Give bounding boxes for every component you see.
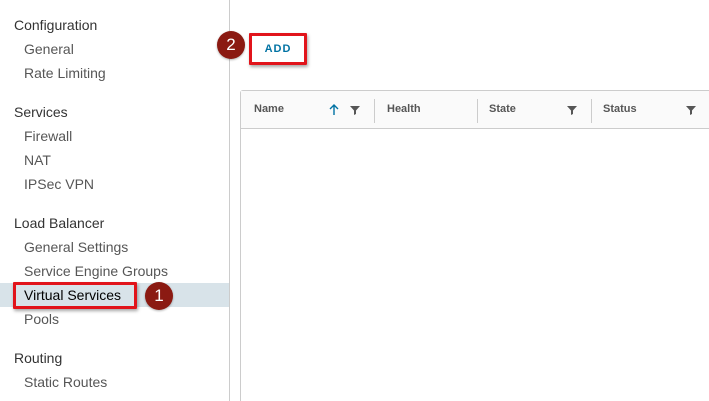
sidebar-item-nat[interactable]: NAT: [0, 148, 229, 172]
column-header-name[interactable]: Name: [254, 91, 284, 129]
sidebar-item-service-engine-groups[interactable]: Service Engine Groups: [0, 259, 229, 283]
column-header-state[interactable]: State: [489, 91, 516, 129]
sidebar-item-pools[interactable]: Pools: [0, 307, 229, 331]
column-separator[interactable]: [477, 99, 478, 123]
virtual-services-grid: Name Health State Status: [240, 90, 709, 401]
column-separator[interactable]: [591, 99, 592, 123]
callout-two: 2: [217, 31, 245, 59]
sidebar-item-firewall[interactable]: Firewall: [0, 124, 229, 148]
sidebar: Configuration General Rate Limiting Serv…: [0, 0, 230, 401]
grid-header: Name Health State Status: [241, 91, 709, 129]
column-header-status[interactable]: Status: [603, 91, 637, 129]
filter-icon-state[interactable]: [566, 103, 578, 115]
add-button[interactable]: ADD: [251, 35, 305, 63]
section-title-configuration: Configuration: [14, 17, 98, 33]
section-title-routing: Routing: [14, 350, 63, 366]
sidebar-item-virtual-services[interactable]: Virtual Services: [0, 283, 229, 307]
sidebar-item-general-settings[interactable]: General Settings: [0, 235, 229, 259]
column-separator[interactable]: [374, 99, 375, 123]
sidebar-item-rate-limiting[interactable]: Rate Limiting: [0, 61, 229, 85]
sidebar-item-ipsec-vpn[interactable]: IPSec VPN: [0, 172, 229, 196]
sidebar-item-static-routes[interactable]: Static Routes: [0, 370, 229, 394]
sidebar-item-general[interactable]: General: [0, 37, 229, 61]
section-title-load-balancer: Load Balancer: [14, 215, 105, 231]
filter-icon-status[interactable]: [685, 103, 697, 115]
sort-ascending-icon[interactable]: [328, 103, 340, 115]
callout-one: 1: [145, 282, 173, 310]
section-title-services: Services: [14, 104, 68, 120]
column-header-health[interactable]: Health: [387, 91, 421, 129]
filter-icon-name[interactable]: [349, 103, 361, 115]
